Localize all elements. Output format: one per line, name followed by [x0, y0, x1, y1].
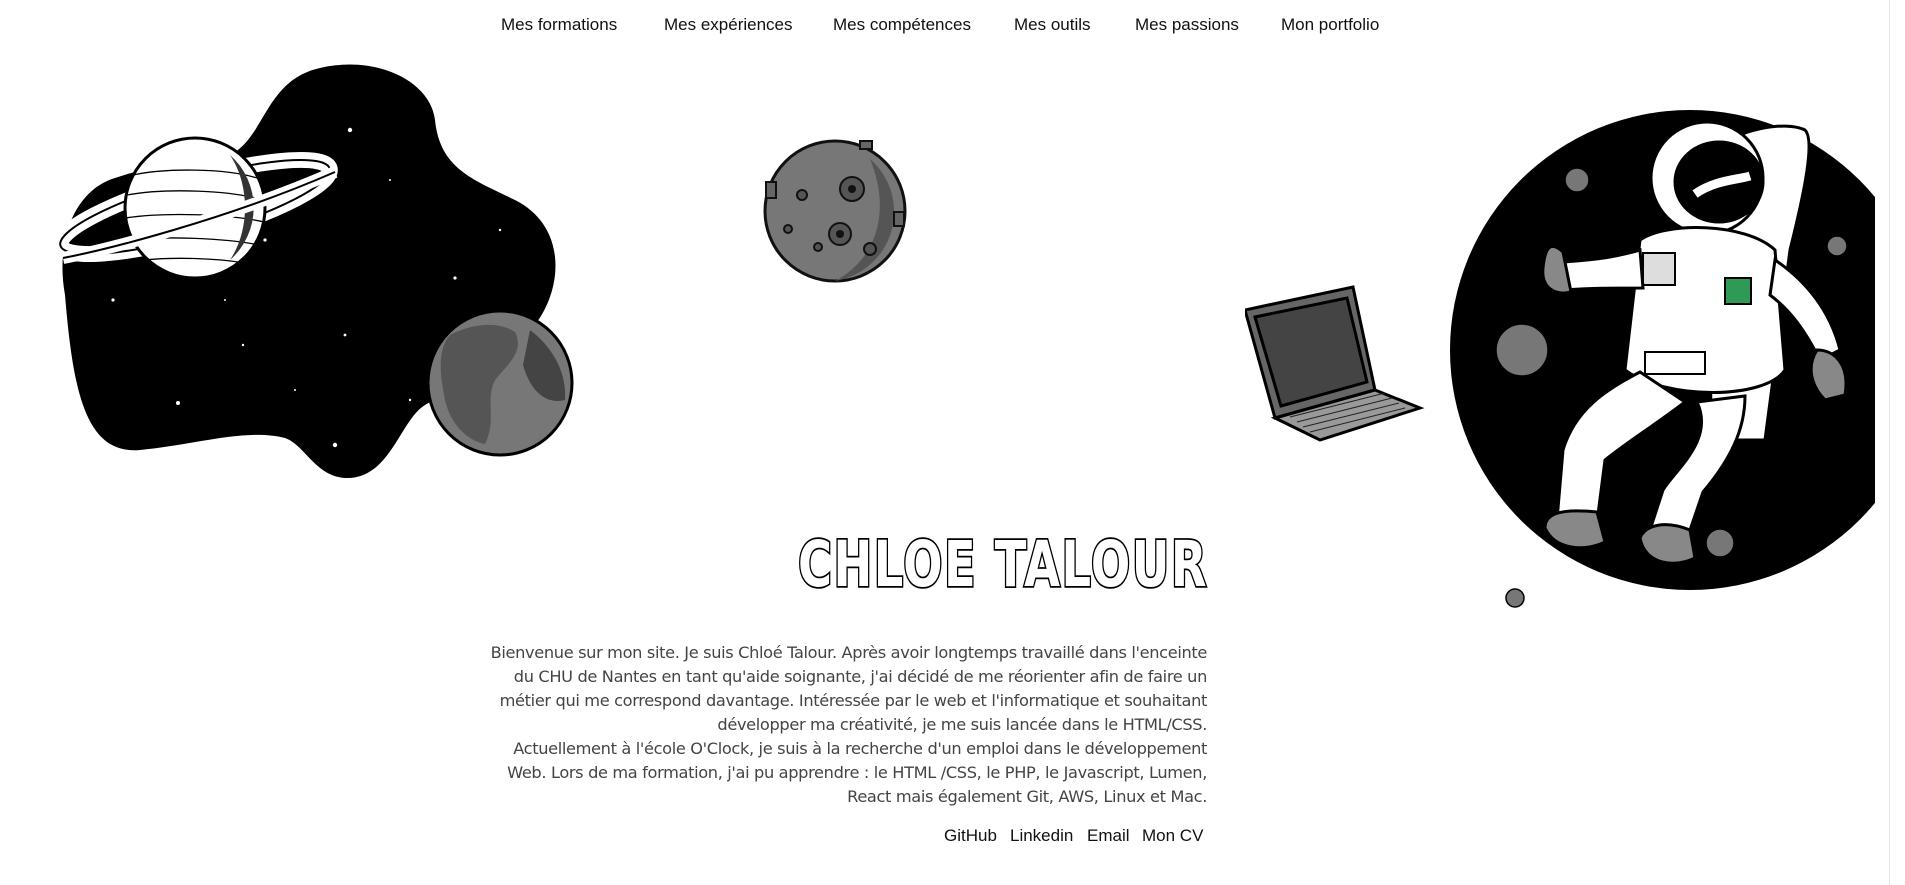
- earth-icon: [426, 309, 574, 457]
- page-scrollbar[interactable]: [1889, 0, 1905, 885]
- svg-text:CHLOE TALOUR: CHLOE TALOUR: [798, 528, 1208, 596]
- nav-mes-competences[interactable]: Mes compétences: [833, 15, 971, 35]
- nav-mes-passions[interactable]: Mes passions: [1135, 15, 1239, 35]
- saturn-earth-illustration: [52, 64, 574, 479]
- intro-text: Bienvenue sur mon site. Je suis Chloé Ta…: [490, 641, 1208, 809]
- nav-mes-experiences[interactable]: Mes expériences: [664, 15, 793, 35]
- hero-title: CHLOE TALOUR: [796, 526, 1208, 596]
- moon-illustration: [763, 139, 907, 283]
- social-links: GitHub Linkedin Email Mon CV: [0, 826, 1905, 850]
- email-link[interactable]: Email: [1087, 826, 1130, 846]
- github-link[interactable]: GitHub: [944, 826, 997, 846]
- nav-mes-formations[interactable]: Mes formations: [501, 15, 617, 35]
- intro-paragraph-1: Bienvenue sur mon site. Je suis Chloé Ta…: [490, 643, 1208, 734]
- intro-paragraph-2: Actuellement à l'école O'Clock, je suis …: [507, 739, 1207, 806]
- nav-mon-portfolio[interactable]: Mon portfolio: [1281, 15, 1379, 35]
- top-navigation: Mes formations Mes expériences Mes compé…: [0, 0, 1890, 50]
- nav-mes-outils[interactable]: Mes outils: [1014, 15, 1091, 35]
- cv-link[interactable]: Mon CV: [1142, 826, 1203, 846]
- linkedin-link[interactable]: Linkedin: [1010, 826, 1073, 846]
- astronaut-laptop-illustration: [1245, 110, 1875, 608]
- laptop-icon: [1245, 285, 1425, 442]
